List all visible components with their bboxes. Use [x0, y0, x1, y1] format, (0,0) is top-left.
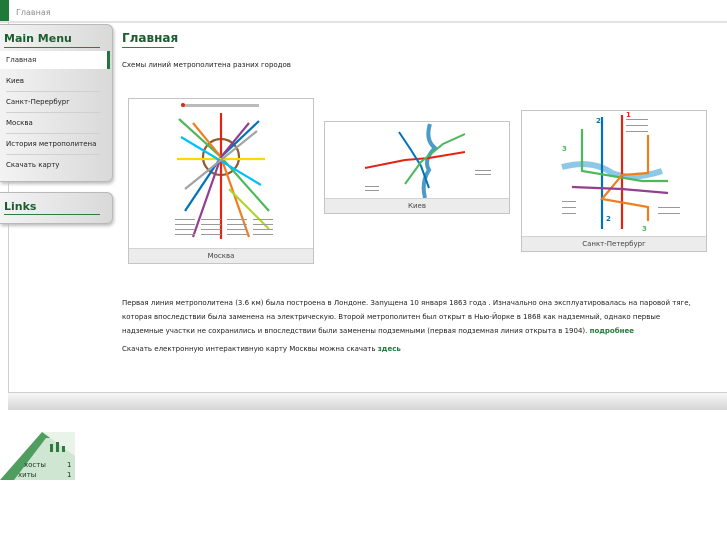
sidebar-item-kiev[interactable]: Киев: [0, 72, 110, 92]
map-thumbnail-moscow[interactable]: Москва: [128, 98, 314, 264]
menu-separator: [6, 133, 100, 134]
menu-separator: [6, 112, 100, 113]
metro-history-paragraph: Первая линия метрополитена (3.6 км) была…: [122, 296, 702, 338]
menu-separator: [6, 154, 100, 155]
download-here-link[interactable]: здесь: [378, 345, 401, 353]
map-thumbnail-spb[interactable]: 2 1 3 2 3 Санкт-Петербург: [521, 110, 707, 252]
sidebar-item-label: Киев: [6, 77, 24, 85]
page-title: Главная: [122, 31, 179, 45]
counter-hosts-label: хосты: [24, 461, 46, 469]
map-caption-kiev: Киев: [325, 198, 509, 213]
top-accent-bar: [0, 0, 9, 22]
links-underline: [4, 214, 100, 215]
download-paragraph: Скачать електронную интерактивную карту …: [122, 342, 702, 356]
sidebar-item-moscow[interactable]: Москва: [0, 114, 110, 134]
svg-text:2: 2: [606, 215, 611, 223]
svg-text:3: 3: [562, 145, 567, 153]
moscow-metro-map-image: [175, 103, 273, 239]
content-frame-footer: [8, 392, 727, 410]
spb-metro-map-image: 2 1 3 2 3: [561, 111, 680, 233]
sidebar-item-label: Скачать карту: [6, 161, 60, 169]
read-more-link[interactable]: подробнее: [590, 327, 634, 335]
sidebar-item-home[interactable]: Главная: [0, 51, 110, 69]
download-text: Скачать електронную интерактивную карту …: [122, 345, 376, 353]
counter-badge-icon: [0, 432, 75, 480]
sidebar-item-label: История метрополитена: [6, 140, 97, 148]
sidebar-item-download[interactable]: Скачать карту: [0, 156, 110, 174]
sidebar-item-spb[interactable]: Санкт-Перербург: [0, 93, 110, 113]
map-thumbnail-kiev[interactable]: Киев: [324, 121, 510, 214]
menu-separator: [6, 91, 100, 92]
counter-hits-value: 1: [67, 471, 72, 479]
svg-text:3: 3: [642, 225, 647, 233]
page-title-underline: [122, 47, 174, 48]
map-caption-moscow: Москва: [129, 248, 313, 263]
main-menu-underline: [4, 47, 100, 48]
links-title: Links: [4, 200, 37, 213]
page-subtitle: Схемы линий метрополитена разних городов: [122, 61, 291, 69]
visit-counter[interactable]: хосты 1 хиты 1: [0, 432, 75, 480]
top-bar: Главная: [0, 0, 727, 23]
sidebar-item-label: Главная: [6, 56, 37, 64]
main-menu-title: Main Menu: [4, 32, 72, 45]
sidebar-item-history[interactable]: История метрополитена: [0, 135, 110, 155]
counter-hits-label: хиты: [18, 471, 37, 479]
kiev-metro-map-image: [364, 123, 491, 199]
links-panel: Links: [0, 192, 113, 224]
svg-text:2: 2: [596, 117, 601, 125]
map-caption-spb: Санкт-Петербург: [522, 236, 706, 251]
sidebar-item-label: Санкт-Перербург: [6, 98, 70, 106]
sidebar-item-label: Москва: [6, 119, 33, 127]
main-menu-panel: Main Menu Главная Киев Санкт-Перербург М…: [0, 24, 113, 182]
breadcrumb[interactable]: Главная: [16, 8, 51, 17]
counter-hosts-value: 1: [67, 461, 72, 469]
svg-text:1: 1: [626, 111, 631, 119]
